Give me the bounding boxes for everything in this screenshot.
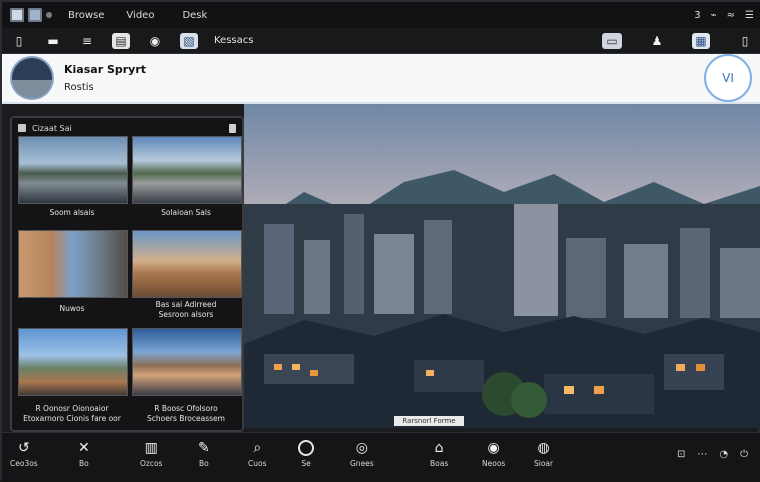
- gallery-icon[interactable]: ▦: [692, 32, 710, 49]
- thumbnail-image: [133, 231, 241, 297]
- notification-count: 3: [694, 9, 701, 21]
- thumbnail-image: [19, 137, 127, 203]
- file-icon[interactable]: ▯: [736, 33, 754, 49]
- taskbar: ↺ Ceo3os ✕ Bo ▥ Ozcos ✎ Bo ⌕ Cuos Se ◎ G…: [2, 432, 760, 482]
- thumbnail-caption: R Boosc Ofolsoro Schoers Broceassem: [147, 404, 225, 423]
- taskbar-item-4[interactable]: ✎ Bo: [198, 439, 210, 468]
- thumbnail-caption: Nuwos: [59, 304, 85, 313]
- user-icon[interactable]: ♟: [648, 33, 666, 49]
- toolbar-right: ▭ ♟ ▦ ▯: [602, 32, 754, 49]
- close-icon[interactable]: [229, 123, 236, 133]
- thumbnail-5[interactable]: [18, 328, 128, 396]
- thumbnail-2[interactable]: [132, 136, 242, 204]
- taskbar-item-6[interactable]: Se: [298, 439, 314, 468]
- taskbar-item-3[interactable]: ▥ Ozcos: [140, 439, 162, 468]
- camera-icon: ⌂: [434, 440, 444, 456]
- page-subtitle: Rostis: [64, 82, 94, 93]
- menu-bar: Browse Video Desk 3 ⌁ ≈ ☰: [2, 2, 760, 28]
- panel-toggle-icon[interactable]: ▯: [10, 33, 28, 49]
- screen-icon[interactable]: ▭: [602, 32, 622, 49]
- avatar[interactable]: [12, 58, 52, 98]
- toolbar-label: Kessacs: [214, 35, 254, 46]
- profile-badge[interactable]: VI: [704, 54, 752, 102]
- menubar-status: 3 ⌁ ≈ ☰: [694, 10, 754, 21]
- menu-video[interactable]: Video: [126, 10, 154, 21]
- minimize-icon[interactable]: ▬: [44, 33, 62, 49]
- taskbar-label: Ozcos: [140, 459, 163, 468]
- thumbnail-caption: Solaioan Sals: [161, 208, 211, 217]
- menu-desk[interactable]: Desk: [182, 10, 207, 21]
- search-icon: ⌕: [253, 440, 262, 456]
- thumbnail-caption: Bas sai Adirreed Sesroon alsors: [155, 300, 217, 319]
- toolbar: ▯ ▬ ≡ ▤ ◉ ▧ Kessacs ▭ ♟ ▦ ▯: [2, 28, 760, 54]
- target-icon: ◎: [355, 440, 368, 456]
- gallery-icon: ▥: [144, 440, 158, 456]
- thumbnail-4[interactable]: [132, 230, 242, 298]
- battery-icon[interactable]: ≈: [727, 10, 735, 21]
- back-icon: ↺: [17, 440, 30, 456]
- settings-icon: ◉: [487, 440, 500, 456]
- taskbar-label: Bo: [79, 459, 89, 468]
- taskbar-label: Sioar: [534, 459, 554, 468]
- image-icon[interactable]: ▧: [180, 32, 198, 49]
- taskbar-item-1[interactable]: ↺ Ceo3os: [10, 439, 38, 468]
- taskbar-item-2[interactable]: ✕ Bo: [78, 439, 90, 468]
- record-icon[interactable]: ◉: [146, 33, 164, 49]
- menu-browse[interactable]: Browse: [68, 10, 104, 21]
- app-icon[interactable]: [10, 8, 24, 22]
- taskbar-item-5[interactable]: ⌕ Cuos: [248, 439, 267, 468]
- tray: ⊡ ⋯ ◔ ⏻: [677, 449, 748, 460]
- app-icons: [10, 8, 52, 22]
- taskbar-item-7[interactable]: ◎ Gnees: [350, 439, 374, 468]
- thumbnail-image: [133, 137, 241, 203]
- page-title: Kiasar Spryrt: [64, 63, 147, 76]
- thumbnail-caption: R Oonosr Oionoaior Etoxarnoro Cionis far…: [23, 404, 121, 423]
- thumbnail-image: [19, 231, 127, 297]
- panel-title: Cizaat Sai: [32, 123, 72, 133]
- app-window: Browse Video Desk 3 ⌁ ≈ ☰ ▯ ▬ ≡ ▤ ◉ ▧ Ke…: [0, 0, 760, 482]
- tray-icon-1[interactable]: ⊡: [677, 449, 685, 460]
- menu-lines-icon[interactable]: ≡: [78, 33, 96, 49]
- thumbnail-caption: Soom alsais: [49, 208, 95, 217]
- thumbnail-image: [19, 329, 127, 395]
- window-icon[interactable]: [28, 8, 42, 22]
- menu-icon[interactable]: ☰: [745, 10, 754, 21]
- profile-header: Kiasar Spryrt Rostis VI: [2, 54, 760, 104]
- document-icon[interactable]: ▤: [112, 32, 130, 49]
- image-viewer[interactable]: Rarsnorl Forme: [244, 104, 760, 428]
- status-dot-icon: [46, 12, 52, 18]
- brush-icon: ✎: [198, 440, 210, 456]
- panel-header: Cizaat Sai: [18, 122, 236, 134]
- thumbnail-3[interactable]: [18, 230, 128, 298]
- tool-icon: ✕: [78, 440, 90, 456]
- thumbnail-6[interactable]: [132, 328, 242, 396]
- tray-icon-3[interactable]: ◔: [719, 449, 728, 460]
- taskbar-label: Cuos: [248, 459, 267, 468]
- refresh-icon: [298, 439, 314, 457]
- taskbar-label: Boas: [430, 459, 449, 468]
- taskbar-label: Neoos: [482, 459, 506, 468]
- taskbar-item-10[interactable]: ◍ Sioar: [534, 439, 553, 468]
- taskbar-label: Gnees: [350, 459, 374, 468]
- thumbnail-image: [133, 329, 241, 395]
- header-titles: Kiasar Spryrt Rostis: [64, 63, 146, 93]
- power-icon: ◍: [537, 440, 550, 456]
- taskbar-item-9[interactable]: ◉ Neoos: [482, 439, 505, 468]
- tray-icon-2[interactable]: ⋯: [697, 449, 707, 460]
- taskbar-item-8[interactable]: ⌂ Boas: [430, 439, 448, 468]
- folder-icon: [18, 124, 26, 132]
- wifi-icon[interactable]: ⌁: [711, 10, 717, 21]
- thumbnail-1[interactable]: [18, 136, 128, 204]
- taskbar-label: Bo: [199, 459, 209, 468]
- tray-icon-4[interactable]: ⏻: [740, 449, 748, 460]
- city-skyline: [244, 204, 760, 428]
- taskbar-label: Se: [301, 459, 311, 468]
- viewer-caption: Rarsnorl Forme: [394, 416, 464, 426]
- taskbar-label: Ceo3os: [10, 459, 38, 468]
- thumbnail-panel: Cizaat Sai Soom alsais Solaioan Sals Nuw…: [10, 116, 244, 432]
